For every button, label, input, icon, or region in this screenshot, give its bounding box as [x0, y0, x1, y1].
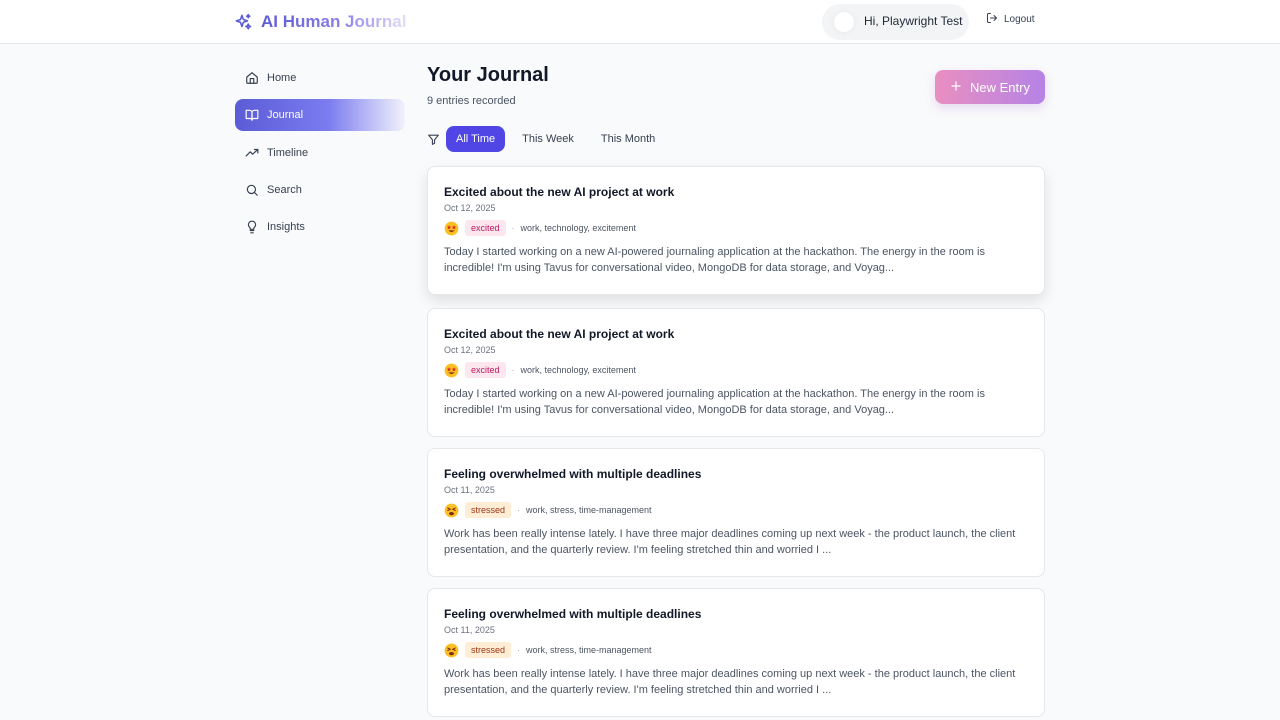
trending-up-icon — [245, 146, 259, 160]
entry-card[interactable]: Feeling overwhelmed with multiple deadli… — [427, 588, 1045, 717]
mood-badge: excited — [465, 362, 506, 378]
entry-card[interactable]: Feeling overwhelmed with multiple deadli… — [427, 448, 1045, 577]
sidebar-nav: Home Journal Timeline Search Insights — [235, 62, 405, 248]
star-struck-emoji-icon — [444, 221, 459, 236]
sidebar-item-journal[interactable]: Journal — [235, 99, 405, 132]
user-menu[interactable]: Hi, Playwright Test — [822, 4, 969, 40]
tired-face-emoji-icon — [444, 503, 459, 518]
plus-icon — [950, 80, 962, 95]
sidebar-item-timeline[interactable]: Timeline — [235, 137, 405, 169]
entry-card[interactable]: Excited about the new AI project at work… — [427, 166, 1045, 295]
separator-dot: · — [511, 365, 515, 375]
entry-count: 9 entries recorded — [427, 95, 516, 107]
entry-tags: work, technology, excitement — [520, 365, 636, 375]
filter-icon — [427, 133, 440, 146]
entry-date: Oct 12, 2025 — [444, 203, 496, 213]
mood-badge: stressed — [465, 502, 512, 518]
entry-date: Oct 12, 2025 — [444, 345, 496, 355]
entry-title: Excited about the new AI project at work — [444, 327, 675, 341]
separator-dot: · — [517, 645, 521, 655]
new-entry-button[interactable]: New Entry — [935, 70, 1045, 104]
entry-tags: work, stress, time-management — [526, 645, 652, 655]
filter-this-month[interactable]: This Month — [591, 126, 665, 152]
sidebar-item-home[interactable]: Home — [235, 62, 405, 94]
book-open-icon — [245, 108, 259, 122]
entry-title: Feeling overwhelmed with multiple deadli… — [444, 607, 702, 621]
sidebar-item-label: Insights — [267, 221, 305, 234]
sparkles-icon — [234, 13, 253, 32]
logout-icon — [986, 12, 998, 27]
entry-list: Excited about the new AI project at work… — [427, 166, 1045, 720]
entry-tags: work, stress, time-management — [526, 505, 652, 515]
entry-card[interactable]: Excited about the new AI project at work… — [427, 308, 1045, 437]
lightbulb-icon — [245, 220, 259, 234]
sidebar-item-insights[interactable]: Insights — [235, 211, 405, 243]
sidebar-item-label: Search — [267, 183, 302, 196]
sidebar-item-label: Home — [267, 72, 297, 84]
entry-excerpt: Work has been really intense lately. I h… — [444, 528, 1016, 556]
brand-logo[interactable]: AI Human Journal — [234, 11, 406, 33]
new-entry-label: New Entry — [970, 79, 1030, 95]
filter-bar: All Time This Week This Month — [427, 126, 672, 152]
sidebar-item-label: Timeline — [267, 146, 309, 159]
entry-excerpt: Today I started working on a new AI-powe… — [444, 388, 985, 416]
filter-all-time[interactable]: All Time — [446, 126, 506, 152]
mood-badge: excited — [465, 220, 506, 236]
entry-excerpt: Work has been really intense lately. I h… — [444, 668, 1016, 696]
logout-button[interactable]: Logout — [986, 12, 1035, 27]
logout-label: Logout — [1004, 14, 1035, 25]
avatar — [834, 12, 854, 32]
entry-tags: work, technology, excitement — [520, 223, 636, 233]
entry-title: Excited about the new AI project at work — [444, 185, 675, 199]
user-greeting: Hi, Playwright Test — [864, 14, 963, 28]
search-icon — [245, 183, 259, 197]
page-title: Your Journal — [427, 64, 549, 86]
app-title: AI Human Journal — [261, 12, 407, 31]
separator-dot: · — [517, 505, 521, 515]
separator-dot: · — [511, 223, 515, 233]
entry-title: Feeling overwhelmed with multiple deadli… — [444, 467, 702, 481]
entry-date: Oct 11, 2025 — [444, 485, 495, 495]
filter-this-week[interactable]: This Week — [512, 126, 584, 152]
tired-face-emoji-icon — [444, 643, 459, 658]
mood-badge: stressed — [465, 642, 512, 658]
top-header: AI Human Journal Hi, Playwright Test Log… — [0, 0, 1280, 44]
entry-excerpt: Today I started working on a new AI-powe… — [444, 246, 985, 274]
sidebar-item-search[interactable]: Search — [235, 174, 405, 206]
entry-date: Oct 11, 2025 — [444, 625, 495, 635]
star-struck-emoji-icon — [444, 363, 459, 378]
sidebar-item-label: Journal — [267, 109, 304, 122]
home-icon — [245, 71, 259, 85]
